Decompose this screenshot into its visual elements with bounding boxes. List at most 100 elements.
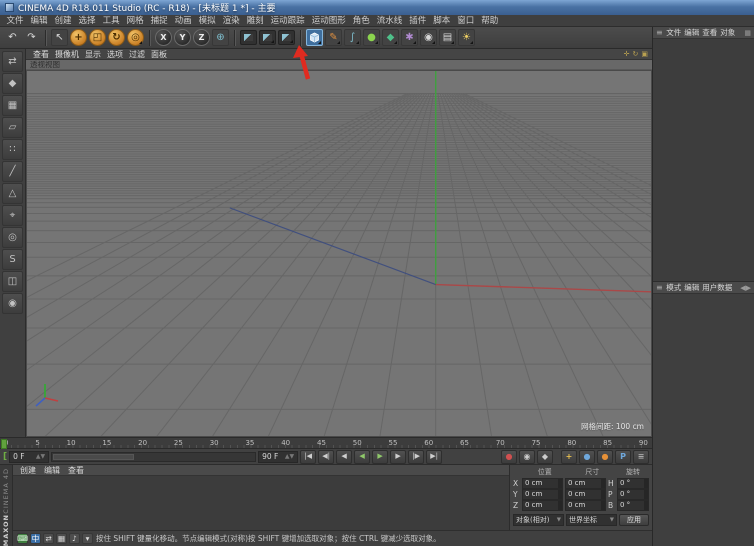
polygons-mode-icon[interactable]: △ [2, 183, 23, 204]
workplane-mode-icon[interactable]: ▱ [2, 117, 23, 138]
material-menu-item[interactable]: 创建 [17, 465, 39, 476]
menu-item[interactable]: 选择 [75, 15, 99, 27]
record-scale-toggle[interactable]: ● [579, 450, 595, 464]
titlebar[interactable]: CINEMA 4D R18.011 Studio (RC - R18) - [未… [0, 0, 754, 15]
menu-item[interactable]: 渲染 [219, 15, 243, 27]
menu-item[interactable]: 动画 [171, 15, 195, 27]
viewport-solo-icon[interactable]: ◎ [2, 227, 23, 248]
viewport-canvas[interactable]: 网格间距: 100 cm [26, 70, 652, 437]
object-list-area[interactable] [653, 39, 754, 282]
rotate-tool-button[interactable]: ↻ [108, 29, 125, 46]
scale-tool-button[interactable]: ◰ [89, 29, 106, 46]
lang-bar-panel-icon[interactable]: ▦ [56, 533, 67, 544]
previous-key-button[interactable]: ◀| [318, 450, 334, 464]
menu-item[interactable]: 文件 [3, 15, 27, 27]
material-menu-item[interactable]: 查看 [65, 465, 87, 476]
object-manager-menu-item[interactable]: 查看 [701, 27, 719, 39]
position-field[interactable]: 0 cm [522, 489, 563, 500]
axis-mode-icon[interactable]: ⌖ [2, 205, 23, 226]
render-settings-button[interactable] [278, 30, 295, 45]
next-frame-button[interactable]: ▶ [390, 450, 406, 464]
camera-button[interactable]: ◉ [420, 29, 437, 46]
menu-item[interactable]: 捕捉 [147, 15, 171, 27]
history-arrows-icon[interactable]: ◀▶ [740, 284, 751, 292]
undo-button[interactable]: ↶ [4, 29, 21, 46]
record-position-toggle[interactable]: + [561, 450, 577, 464]
menu-item[interactable]: 帮助 [478, 15, 502, 27]
lock-z-axis-button[interactable]: Z [193, 29, 210, 46]
material-menu-item[interactable]: 编辑 [41, 465, 63, 476]
add-cube-button[interactable] [306, 29, 323, 46]
model-mode-icon[interactable]: ◆ [2, 73, 23, 94]
menu-item[interactable]: 雕刻 [243, 15, 267, 27]
coordinate-mode-dropdown[interactable]: 对象(相对)▼ [513, 514, 564, 526]
spline-primitive-button[interactable]: ∫ [344, 29, 361, 46]
attribute-area[interactable] [653, 294, 754, 546]
view-layout-icon[interactable]: ▣ [641, 49, 648, 60]
generator-button[interactable]: ◆ [382, 29, 399, 46]
menu-item[interactable]: 创建 [51, 15, 75, 27]
render-view-button[interactable] [240, 30, 257, 45]
timeline-ruler[interactable]: 051015202530354045505560657075808590 [0, 437, 652, 449]
layer-view-icon[interactable]: ▦ [744, 29, 751, 37]
viewport-menu-item[interactable]: 摄像机 [52, 49, 82, 60]
menu-item[interactable]: 工具 [99, 15, 123, 27]
go-to-end-button[interactable]: ▶| [426, 450, 442, 464]
object-manager-menu-item[interactable]: 对象 [719, 27, 737, 39]
lang-bar-switch-icon[interactable]: ⇄ [43, 533, 54, 544]
viewport-menu-item[interactable]: 选项 [104, 49, 126, 60]
lang-bar-keyboard-icon[interactable]: ⌨ [17, 533, 28, 544]
viewport-menu-item[interactable]: 显示 [82, 49, 104, 60]
menu-item[interactable]: 流水线 [373, 15, 406, 27]
keyframe-selection-button[interactable]: ◆ [537, 450, 553, 464]
panel-menu-icon[interactable]: ≡ [656, 28, 663, 37]
last-used-tool-button[interactable]: ◎ [127, 29, 144, 46]
lang-bar-chinese-icon[interactable]: 中 [30, 533, 41, 544]
position-field[interactable]: 0 cm [522, 478, 563, 489]
record-keyframe-button[interactable]: ● [501, 450, 517, 464]
live-selection-button[interactable]: ↖ [51, 29, 68, 46]
menu-item[interactable]: 模拟 [195, 15, 219, 27]
rotation-field[interactable]: 0 ° [617, 489, 649, 500]
apply-button[interactable]: 应用 [619, 514, 649, 526]
lang-bar-options-icon[interactable]: ▾ [82, 533, 93, 544]
object-manager-menu-item[interactable]: 编辑 [683, 27, 701, 39]
attribute-manager-menu-item[interactable]: 用户数据 [701, 282, 734, 294]
play-forward-button[interactable]: ▶ [372, 450, 388, 464]
rotation-field[interactable]: 0 ° [617, 478, 649, 489]
mograph-button[interactable]: ✱ [401, 29, 418, 46]
size-field[interactable]: 0 cm [565, 489, 606, 500]
record-pla-toggle[interactable]: ≡ [633, 450, 649, 464]
viewport-menu-item[interactable]: 查看 [30, 49, 52, 60]
end-frame-field[interactable]: 90 F▲▼ [258, 451, 298, 463]
menu-item[interactable]: 网格 [123, 15, 147, 27]
render-picture-viewer-button[interactable] [259, 30, 276, 45]
preview-range-thumb[interactable] [53, 454, 134, 460]
attribute-manager-menu-item[interactable]: 模式 [665, 282, 683, 294]
previous-frame-button[interactable]: ◀ [336, 450, 352, 464]
texture-mode-icon[interactable]: ▦ [2, 95, 23, 116]
make-editable-icon[interactable]: ⇄ [2, 51, 23, 72]
object-manager-menu-item[interactable]: 文件 [665, 27, 683, 39]
view-pan-icon[interactable]: ✛ [624, 49, 630, 60]
lock-y-axis-button[interactable]: Y [174, 29, 191, 46]
menu-item[interactable]: 角色 [349, 15, 373, 27]
size-field[interactable]: 0 cm [565, 500, 606, 511]
viewport-menu-item[interactable]: 过滤 [126, 49, 148, 60]
lock-x-axis-button[interactable]: X [155, 29, 172, 46]
rotation-field[interactable]: 0 ° [617, 500, 649, 511]
snap-enable-icon[interactable]: S [2, 249, 23, 270]
play-backwards-button[interactable]: ◀ [354, 450, 370, 464]
record-parameter-toggle[interactable]: P [615, 450, 631, 464]
record-rotation-toggle[interactable]: ● [597, 450, 613, 464]
pen-spline-button[interactable]: ✎ [325, 29, 342, 46]
menu-item[interactable]: 脚本 [430, 15, 454, 27]
lang-bar-sound-icon[interactable]: ♪ [69, 533, 80, 544]
light-button[interactable]: ☀ [458, 29, 475, 46]
redo-button[interactable]: ↷ [23, 29, 40, 46]
view-rotate-icon[interactable]: ↻ [633, 49, 639, 60]
menu-item[interactable]: 运动跟踪 [267, 15, 308, 27]
move-tool-button[interactable]: + [70, 29, 87, 46]
menu-item[interactable]: 窗口 [454, 15, 478, 27]
coordinate-space-dropdown[interactable]: 世界坐标▼ [566, 514, 617, 526]
